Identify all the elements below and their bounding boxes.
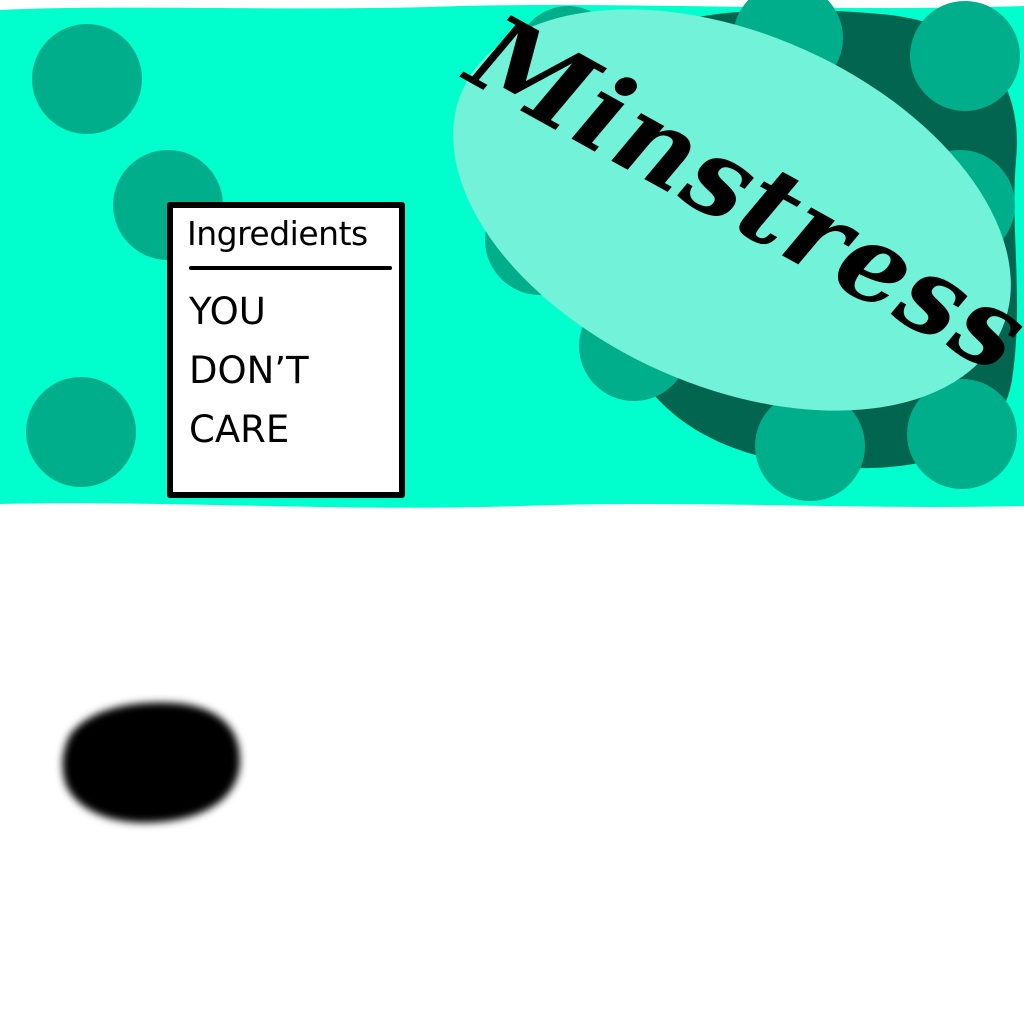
ingredients-list: YOU DON’T CARE	[189, 282, 309, 459]
polka-dot	[26, 377, 136, 487]
black-scribble	[62, 702, 240, 823]
heading-underline	[189, 266, 392, 270]
candy-wrapper-drawing: Minstress Ingredients YOU DON’T CARE	[0, 0, 1024, 1024]
polka-dot	[32, 24, 142, 134]
wrapper-artwork: Minstress	[0, 0, 1024, 823]
ingredients-label: Ingredients YOU DON’T CARE	[167, 202, 405, 498]
ingredients-line: DON’T	[189, 349, 309, 392]
ingredients-line: CARE	[189, 408, 290, 451]
polka-dot	[910, 1, 1020, 111]
ingredients-heading: Ingredients	[187, 214, 368, 253]
ingredients-line: YOU	[189, 290, 266, 333]
